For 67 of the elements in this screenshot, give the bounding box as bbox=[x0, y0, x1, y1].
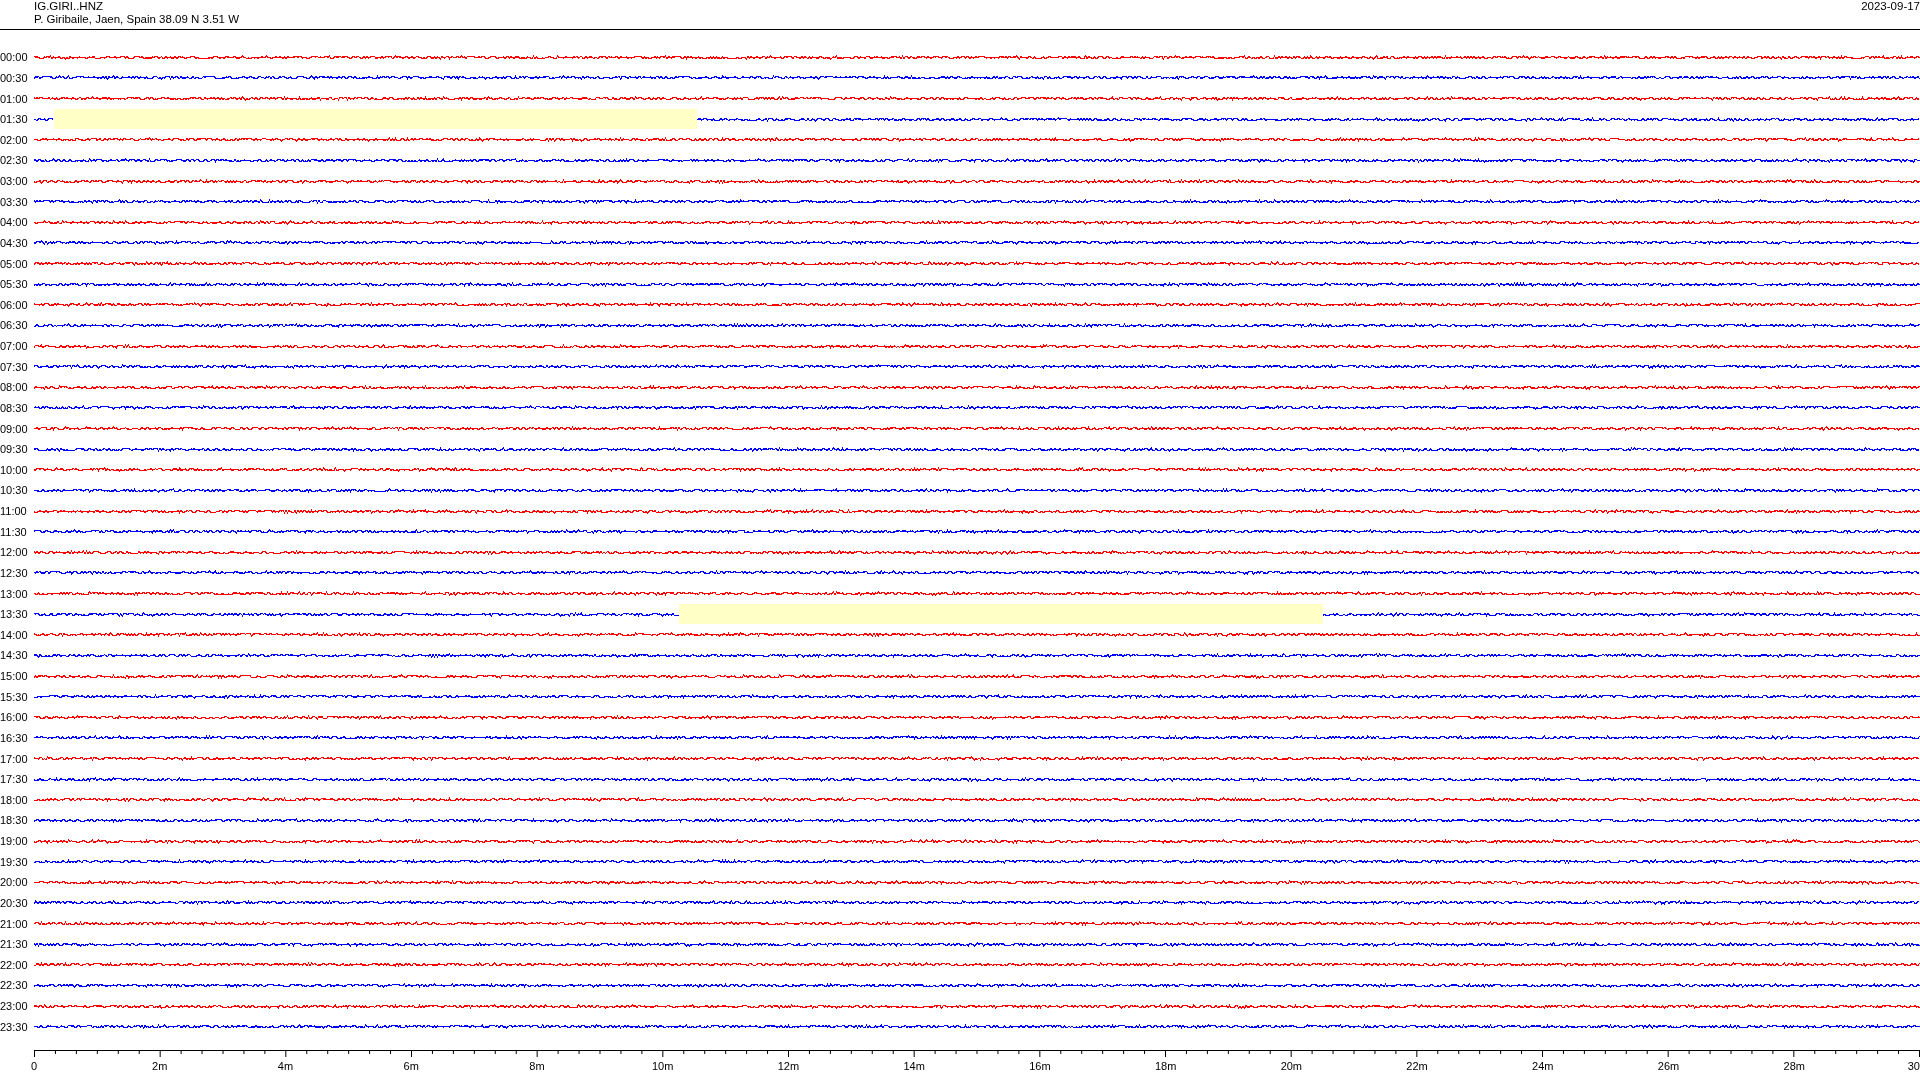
axis-label: 28m bbox=[1783, 1060, 1805, 1072]
time-label: 04:00 bbox=[0, 216, 29, 229]
time-label: 17:30 bbox=[0, 773, 29, 786]
axis-label: 4m bbox=[277, 1060, 294, 1072]
time-label: 19:30 bbox=[0, 855, 29, 868]
axis-label: 30 bbox=[1907, 1060, 1920, 1072]
axis-label: 24m bbox=[1532, 1060, 1554, 1072]
time-label: 01:00 bbox=[0, 92, 29, 105]
time-label: 12:30 bbox=[0, 566, 29, 579]
time-label: 18:00 bbox=[0, 793, 29, 806]
station-location: P. Giribaile, Jaen, Spain 38.09 N 3.51 W bbox=[34, 13, 239, 26]
time-label: 20:00 bbox=[0, 876, 29, 889]
station-code: IG.GIRI..HNZ bbox=[34, 0, 104, 13]
axis-label: 16m bbox=[1029, 1060, 1051, 1072]
axis-label: 22m bbox=[1406, 1060, 1428, 1072]
axis-label: 2m bbox=[152, 1060, 168, 1072]
time-label: 15:00 bbox=[0, 670, 29, 683]
time-label: 15:30 bbox=[0, 690, 29, 703]
time-label: 01:30 bbox=[0, 113, 29, 126]
time-label: 14:00 bbox=[0, 628, 29, 641]
axis-label: 14m bbox=[903, 1060, 925, 1072]
time-label: 07:00 bbox=[0, 340, 29, 353]
time-label: 06:30 bbox=[0, 319, 29, 332]
time-label: 08:00 bbox=[0, 381, 29, 394]
time-label: 09:30 bbox=[0, 443, 29, 456]
time-label: 20:30 bbox=[0, 896, 29, 909]
time-label: 03:00 bbox=[0, 175, 29, 188]
time-label: 00:00 bbox=[0, 51, 29, 64]
time-label: 00:30 bbox=[0, 71, 29, 84]
time-label: 13:30 bbox=[0, 608, 29, 621]
time-label: 05:00 bbox=[0, 257, 29, 270]
date-label: 2023-09-17 bbox=[1861, 0, 1920, 14]
time-label: 16:30 bbox=[0, 731, 29, 744]
time-label: 18:30 bbox=[0, 814, 29, 827]
time-label: 02:00 bbox=[0, 133, 29, 146]
time-label: 22:30 bbox=[0, 979, 29, 992]
time-label: 13:00 bbox=[0, 587, 29, 600]
axis-label: 26m bbox=[1657, 1060, 1680, 1072]
time-label: 14:30 bbox=[0, 649, 29, 662]
time-label: 09:00 bbox=[0, 422, 29, 435]
axis-label: 10m bbox=[651, 1060, 674, 1072]
time-label: 23:30 bbox=[0, 1020, 29, 1033]
axis-label: 0 bbox=[31, 1060, 38, 1072]
time-label: 05:30 bbox=[0, 278, 29, 291]
time-label: 10:00 bbox=[0, 463, 29, 476]
axis-label: 6m bbox=[403, 1060, 419, 1072]
time-label: 12:00 bbox=[0, 546, 29, 559]
time-label: 16:00 bbox=[0, 711, 29, 724]
time-label: 03:30 bbox=[0, 195, 29, 208]
time-label: 10:30 bbox=[0, 484, 29, 497]
axis-label: 18m bbox=[1154, 1060, 1177, 1072]
time-label: 07:30 bbox=[0, 360, 29, 373]
axis-label: 8m bbox=[529, 1060, 545, 1072]
time-label: 11:30 bbox=[0, 525, 28, 538]
time-label: 23:00 bbox=[0, 1000, 29, 1013]
time-label: 19:00 bbox=[0, 835, 29, 848]
time-label: 04:30 bbox=[0, 236, 29, 249]
time-label: 06:00 bbox=[0, 298, 29, 311]
time-label: 21:00 bbox=[0, 917, 29, 930]
axis-label: 12m bbox=[777, 1060, 800, 1072]
time-label: 08:30 bbox=[0, 401, 29, 414]
time-label: 11:00 bbox=[0, 505, 28, 518]
axis-label: 20m bbox=[1280, 1060, 1303, 1072]
time-label: 02:30 bbox=[0, 154, 29, 167]
time-label: 21:30 bbox=[0, 938, 29, 951]
time-label: 17:00 bbox=[0, 752, 29, 765]
time-label: 22:00 bbox=[0, 958, 29, 971]
